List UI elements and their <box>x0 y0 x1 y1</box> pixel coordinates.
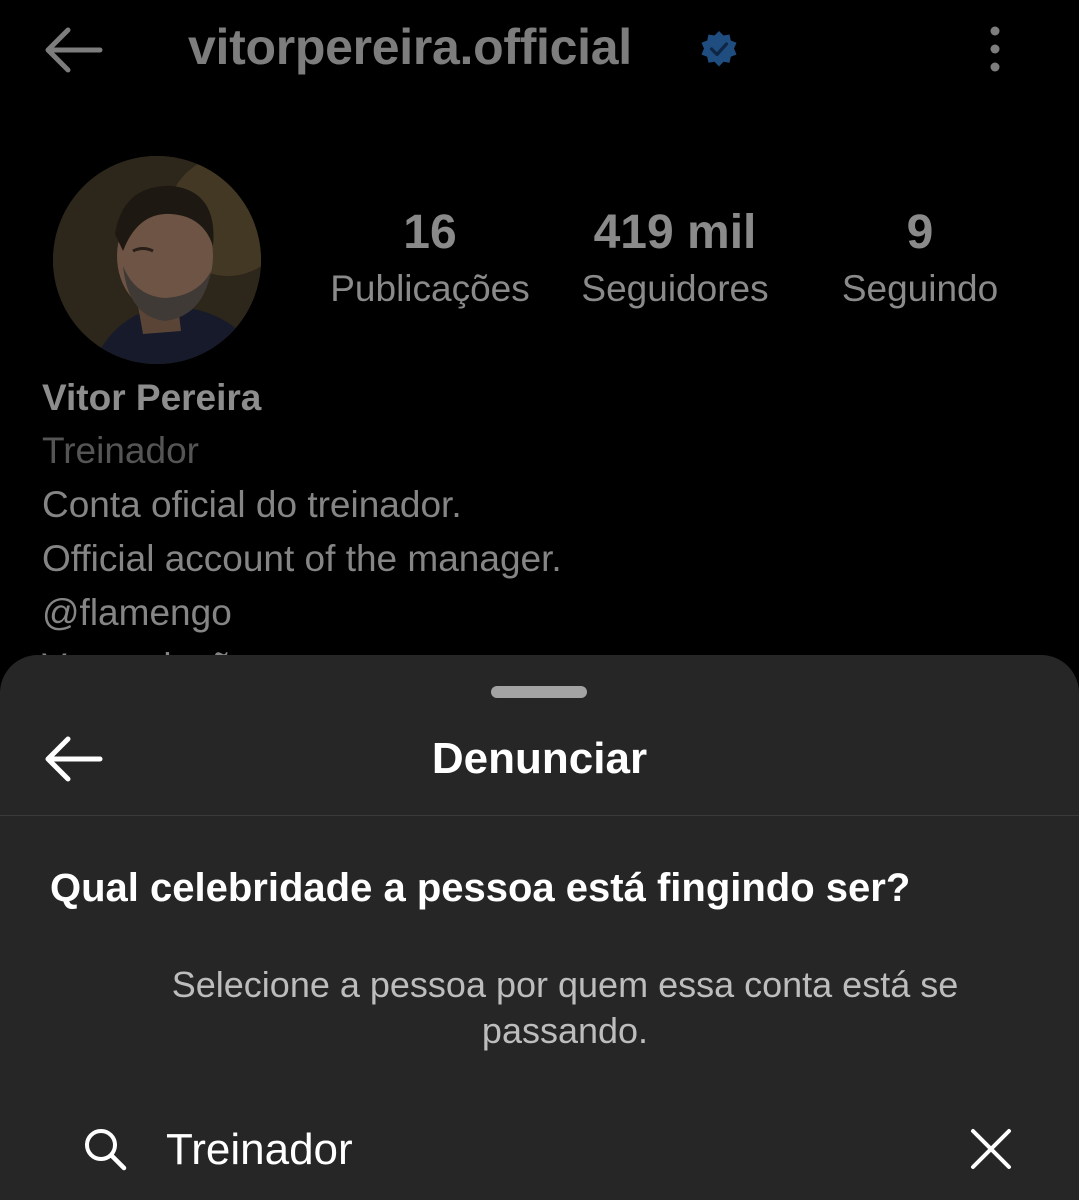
clear-search-button[interactable] <box>966 1124 1016 1174</box>
report-instructions: Selecione a pessoa por quem essa conta e… <box>171 964 959 1051</box>
profile-category: Treinador <box>42 430 199 471</box>
vertical-dots-icon <box>990 26 1000 72</box>
report-question: Qual celebridade a pessoa está fingindo … <box>50 866 911 910</box>
stat-posts[interactable]: 16 Publicações <box>310 205 550 311</box>
profile-top-bar: vitorpereira.official <box>0 0 1079 100</box>
divider <box>0 815 1079 816</box>
report-bottom-sheet: Denunciar Qual celebridade a pessoa está… <box>0 655 1079 1200</box>
profile-back-button[interactable] <box>42 26 104 74</box>
stat-posts-value: 16 <box>403 206 457 259</box>
celebrity-search-input[interactable] <box>166 1118 926 1182</box>
arrow-left-icon <box>45 27 103 73</box>
stat-following-value: 9 <box>906 206 934 259</box>
close-icon <box>971 1129 1011 1169</box>
bio-line: Conta oficial do treinador. <box>42 484 462 525</box>
more-options-button[interactable] <box>975 24 1015 74</box>
verified-badge-icon <box>700 30 738 68</box>
profile-username: vitorpereira.official <box>188 19 632 75</box>
stat-following-label: Seguindo <box>841 268 999 309</box>
profile-avatar[interactable] <box>53 156 261 364</box>
sheet-title: Denunciar <box>431 734 648 783</box>
stat-posts-label: Publicações <box>330 268 530 309</box>
search-icon <box>82 1126 128 1172</box>
stat-followers-value: 419 mil <box>593 206 757 259</box>
celebrity-search-bar <box>0 1110 1079 1190</box>
stat-following[interactable]: 9 Seguindo <box>810 205 1030 311</box>
profile-name: Vitor Pereira <box>42 377 262 418</box>
stat-followers[interactable]: 419 mil Seguidores <box>560 205 790 311</box>
bio-mention-link[interactable]: @flamengo <box>42 586 1042 640</box>
bio-line: Official account of the manager. <box>42 538 562 579</box>
profile-photo <box>53 156 261 364</box>
profile-bio: Vitor Pereira Treinador Conta oficial do… <box>42 372 1042 662</box>
sheet-drag-handle[interactable] <box>491 686 587 698</box>
profile-background: vitorpereira.official 16 Publicações 419… <box>0 0 1079 700</box>
stat-followers-label: Seguidores <box>581 268 769 309</box>
